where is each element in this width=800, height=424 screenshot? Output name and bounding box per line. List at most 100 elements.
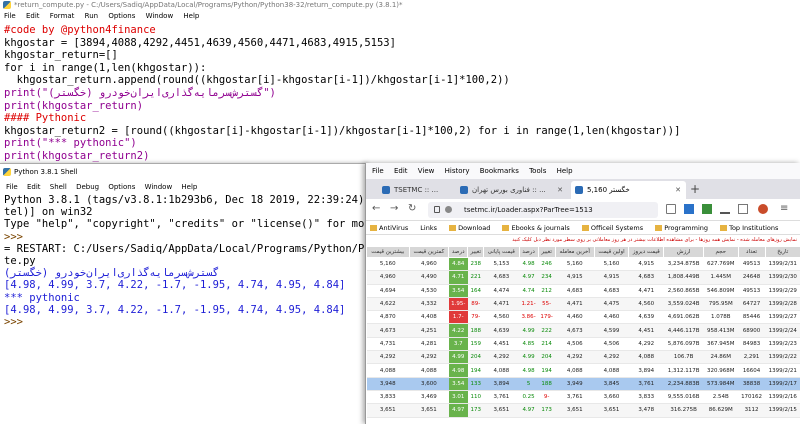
code-line: for i in range(1,len(khgostar)): [4,61,207,74]
table-cell: 367.945M [703,337,739,352]
table-row[interactable]: 1399/2/22 2,291 24.86M 106.7B 4,088 4,292 4,29… [366,350,800,365]
shell-menu-debug[interactable]: Debug [76,183,99,191]
column-header[interactable]: تاریخ [764,246,800,258]
column-header[interactable]: ارزش [663,246,704,258]
extension-icon[interactable] [702,204,712,214]
table-cell: -3.86 [519,310,539,325]
menu-edit[interactable]: Edit [26,12,40,20]
column-header[interactable]: آخرین معامله [554,246,595,258]
column-header[interactable]: تغییر [537,246,556,258]
back-arrow-icon[interactable]: ← [372,203,380,214]
table-cell: 4,446.117B [663,323,704,338]
table-cell: 546.809M [703,284,739,298]
column-header[interactable]: قیمت دیروز [628,246,665,258]
library-icon[interactable] [720,204,730,214]
shell-menu-help[interactable]: Help [181,183,197,191]
browser-menu-help[interactable]: Help [557,167,573,175]
tab-tsetmc[interactable]: TSETMC :: ... [378,181,450,199]
shell-menu-shell[interactable]: Shell [50,183,67,191]
table-cell: 4,915 [594,270,629,285]
shell-menu-window[interactable]: Window [145,183,173,191]
table-cell: 3.54 [448,284,468,298]
menu-options[interactable]: Options [108,12,135,20]
bookmark-programming[interactable]: Programming [655,224,708,232]
shell-output[interactable]: Python 3.8.1 (tags/v3.8.1:1b293b6, Dec 1… [0,193,368,421]
shell-menu-options[interactable]: Options [108,183,135,191]
reload-icon[interactable]: ↻ [408,203,416,214]
table-cell: 38838 [738,377,766,391]
reader-view-icon[interactable] [666,204,676,214]
menu-run[interactable]: Run [85,12,98,20]
history-notice[interactable]: نمایش روزهای معامله شده - نمایش همه روزه… [366,235,800,246]
table-cell: 4,639 [628,310,664,325]
browser-menu-edit[interactable]: Edit [394,167,408,175]
table-cell: -179 [538,310,556,325]
shell-line: [4.98, 4.99, 3.7, 4.22, -1.7, -1.95, 4.7… [4,279,346,292]
column-header[interactable]: درصد [518,246,539,258]
table-cell: 164 [467,284,484,298]
shell-menu-file[interactable]: File [6,183,18,191]
column-header[interactable]: تعداد [737,246,766,258]
addon-icon[interactable] [758,204,768,214]
browser-menu-history[interactable]: History [445,167,470,175]
site-info-icon[interactable] [445,206,452,213]
bookmark-links[interactable]: Links [420,224,437,232]
menu-window[interactable]: Window [146,12,174,20]
close-icon[interactable]: ✕ [557,181,563,199]
table-cell: 4.22 [448,323,468,338]
forward-arrow-icon[interactable]: → [390,203,398,214]
bookmark-top-institutions[interactable]: Top Institutions [720,224,778,232]
shell-menu-edit[interactable]: Edit [27,183,41,191]
code-editor[interactable]: #code by @python4finance khgostar = [3894… [0,23,800,163]
new-tab-plus-icon[interactable]: + [690,181,700,197]
shell-line: te.py [4,255,36,268]
shell-titlebar: Python 3.8.1 Shell [0,164,368,181]
table-row[interactable]: 1399/2/16 170162 2.54B 9,555.016B 3,833 3,660… [366,390,800,405]
table-row[interactable]: 1399/2/27 85446 1.078B 4,691.062B 4,639 4,460… [366,310,800,325]
menu-file[interactable]: File [4,12,16,20]
page-content: نمایش روزهای معامله شده - نمایش همه روزه… [366,235,800,424]
table-row[interactable]: 1399/2/28 64727 795.95M 3,559.024B 4,560 4,47… [366,297,800,312]
table-cell: 573.984M [703,377,739,391]
table-cell: 3,894 [483,377,520,391]
folder-icon [502,225,510,231]
table-row[interactable]: 1399/2/23 84983 367.945M 5,876.097B 4,292 4,5… [366,337,800,352]
hamburger-menu-icon[interactable]: ≡ [780,203,788,214]
column-header[interactable]: قیمت پایانی [483,246,520,258]
bookmark-antivirus[interactable]: AntiVirus [370,224,408,232]
column-header[interactable]: درصد [448,246,469,258]
bookmark-officeil[interactable]: Officeil Systems [581,224,643,232]
column-header[interactable]: کمترین قیمت [408,246,450,258]
column-header[interactable]: اولین قیمت [593,246,630,258]
browser-menu-bookmarks[interactable]: Bookmarks [480,167,519,175]
bookmark-ebooks[interactable]: Ebooks & journals [502,224,570,232]
browser-menu-file[interactable]: File [372,167,384,175]
url-bar[interactable]: tsetmc.ir/Loader.aspx?ParTree=1513 [428,202,658,218]
close-icon[interactable]: ✕ [675,181,681,199]
table-row[interactable]: 1399/2/30 24648 1.445M 1,808.449B 4,683 4,915… [366,270,800,285]
table-row[interactable]: 1399/2/31 49513 627.769M 3,234.875B 4,915 5,1… [366,257,800,272]
table-cell: 4,683 [483,270,520,285]
table-row[interactable]: 1399/2/24 68900 958.413M 4,446.117B 4,451 4,5… [366,323,800,338]
table-cell: 85446 [738,310,766,325]
browser-menu-tools[interactable]: Tools [529,167,546,175]
folder-icon [370,225,377,231]
extension-icon[interactable] [684,204,694,214]
table-row[interactable]: 1399/2/15 3112 86.629M 316.275B 3,478 3,651 3,… [366,403,800,418]
table-cell: 3,478 [628,403,664,418]
table-cell: 4,870 [366,310,410,325]
bookmark-download[interactable]: Download [449,224,490,232]
table-row[interactable]: 1399/2/21 16604 320.968M 1,312.117B 3,894 4,0… [366,363,800,378]
browser-menu-view[interactable]: View [418,167,435,175]
table-row[interactable]: 1399/2/17 38838 573.984M 2,234.883B 3,761 3,8… [366,377,800,391]
tab-khgostar-active[interactable]: خگستر 5,160 ✕ [571,181,686,199]
column-header[interactable]: بیشترین قیمت [366,246,410,258]
menu-help[interactable]: Help [183,12,199,20]
column-header[interactable]: حجم [702,246,739,258]
sidebar-icon[interactable] [738,204,748,214]
code-line: khgostar_return2 = [round((khgostar[i]-k… [4,124,681,137]
tab-fanavari[interactable]: فناوری بورس تهران :: ... ✕ [456,181,568,199]
table-row[interactable]: 1399/2/29 49513 546.809M 2,560.865B 4,471 4,6… [366,284,800,298]
menu-format[interactable]: Format [50,12,75,20]
column-header[interactable]: تغییر [467,246,485,258]
